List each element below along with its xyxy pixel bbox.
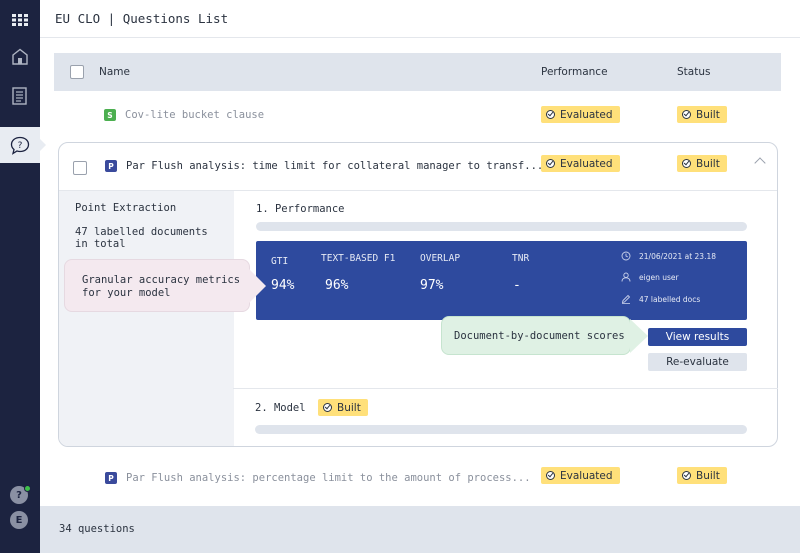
scores-callout: Document-by-document scores (441, 316, 648, 355)
status-label: Built (696, 108, 720, 121)
metric-value-gti: 94% (271, 278, 295, 293)
chevron-up-icon[interactable] (754, 157, 766, 169)
metric-value-f1: 96% (325, 278, 349, 293)
sidebar: ? ? E (0, 0, 46, 553)
reevaluate-button[interactable]: Re-evaluate (648, 353, 747, 371)
performance-badge: Evaluated (541, 155, 620, 172)
user-icon (621, 272, 631, 282)
clock-icon (621, 251, 631, 261)
metric-label-gti: GTI (271, 256, 289, 267)
apps-menu-button[interactable] (0, 2, 40, 38)
check-circle-icon (323, 403, 332, 412)
column-header-name[interactable]: Name (99, 66, 130, 78)
metric-value-tnr: - (513, 278, 521, 293)
check-circle-icon (546, 471, 555, 480)
footer: 34 questions (40, 506, 800, 553)
metric-label-tnr: TNR (512, 253, 530, 264)
accuracy-callout-line-1: Granular accuracy metrics (82, 274, 241, 286)
performance-badge: Evaluated (541, 467, 620, 484)
model-section-title: 2. Model (255, 402, 306, 414)
performance-badge: Evaluated (541, 106, 620, 123)
section-divider (233, 388, 778, 389)
status-badge: Built (677, 106, 727, 123)
type-tag: S (104, 109, 116, 121)
question-bubble-icon: ? (10, 136, 30, 155)
status-badge: Built (677, 467, 727, 484)
question-type: Point Extraction (75, 202, 177, 214)
performance-label: Evaluated (560, 108, 613, 121)
accuracy-callout-line-2: for your model (82, 287, 171, 299)
labelled-docs-count: 47 labelled documents (75, 226, 208, 238)
check-circle-icon (682, 159, 691, 168)
check-circle-icon (682, 110, 691, 119)
type-tag: P (105, 472, 117, 484)
column-header-performance[interactable]: Performance (541, 66, 608, 78)
status-label: Built (696, 469, 720, 482)
check-circle-icon (546, 110, 555, 119)
questions-button[interactable]: ? (0, 127, 46, 163)
check-circle-icon (546, 159, 555, 168)
model-progress-bar (255, 425, 747, 434)
online-status-dot (24, 485, 31, 492)
home-icon (12, 48, 28, 65)
scores-callout-text: Document-by-document scores (454, 330, 625, 342)
question-name[interactable]: Par Flush analysis: percentage limit to … (126, 472, 531, 484)
question-name[interactable]: Par Flush analysis: time limit for colla… (126, 160, 543, 172)
accuracy-callout: Granular accuracy metrics for your model (64, 259, 266, 312)
metric-label-f1: TEXT-BASED F1 (321, 253, 396, 264)
performance-section-title: 1. Performance (256, 203, 345, 215)
avatar-letter: E (15, 514, 23, 526)
documents-button[interactable] (0, 78, 40, 114)
evaluation-user: eigen user (639, 273, 679, 282)
select-all-checkbox[interactable] (70, 65, 84, 79)
home-button[interactable] (0, 38, 40, 74)
performance-progress-bar (256, 222, 747, 231)
model-status-label: Built (337, 401, 361, 414)
avatar[interactable]: E (10, 511, 28, 529)
model-status-badge: Built (318, 399, 368, 416)
page-title: EU CLO | Questions List (55, 11, 229, 26)
documents-icon (12, 87, 27, 105)
status-badge: Built (677, 155, 727, 172)
question-name[interactable]: Cov-lite bucket clause (125, 109, 264, 121)
performance-label: Evaluated (560, 469, 613, 482)
row-checkbox[interactable] (73, 161, 87, 175)
evaluation-docs: 47 labelled docs (639, 295, 701, 304)
performance-label: Evaluated (560, 157, 613, 170)
question-count: 34 questions (59, 523, 135, 535)
pencil-icon (621, 294, 631, 304)
help-icon: ? (16, 489, 22, 501)
grid-icon (12, 14, 28, 26)
type-tag: P (105, 160, 117, 172)
metric-value-overlap: 97% (420, 278, 444, 293)
evaluation-date: 21/06/2021 at 23.18 (639, 252, 717, 261)
check-circle-icon (682, 471, 691, 480)
column-header-status[interactable]: Status (677, 66, 710, 78)
labelled-docs-count-suffix: in total (75, 238, 126, 250)
top-header: EU CLO | Questions List (40, 0, 800, 38)
table-header: Name Performance Status (54, 53, 781, 91)
status-label: Built (696, 157, 720, 170)
metrics-panel: GTI TEXT-BASED F1 OVERLAP TNR 94% 96% 97… (256, 241, 747, 320)
view-results-button[interactable]: View results (648, 328, 747, 346)
metric-label-overlap: OVERLAP (420, 253, 461, 264)
svg-text:?: ? (18, 141, 23, 151)
